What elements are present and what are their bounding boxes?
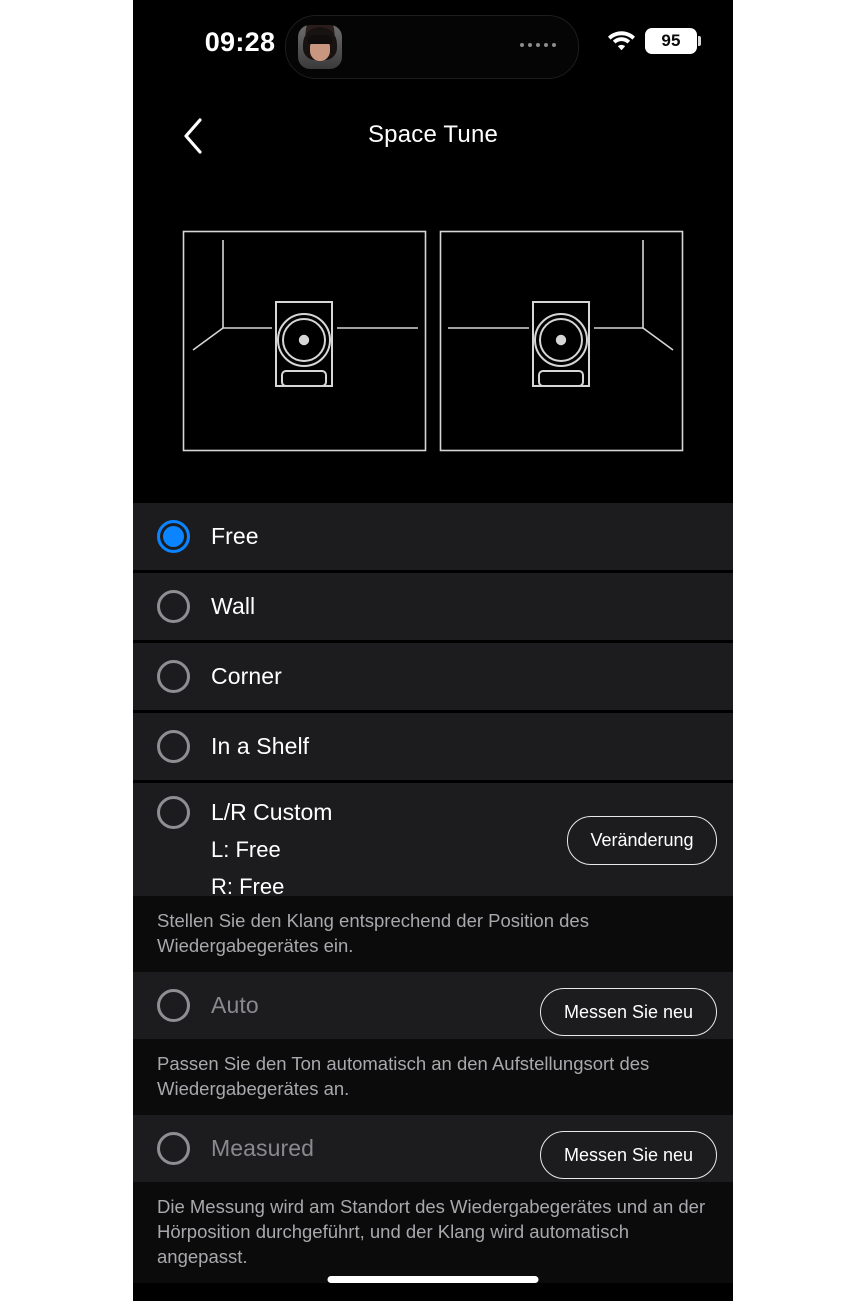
radio-corner[interactable]	[157, 660, 190, 693]
lr-custom-text-block: L/R Custom L: Free R: Free	[211, 796, 332, 903]
status-bar: 09:28 95	[133, 0, 733, 88]
avatar	[298, 25, 342, 69]
page-title: Space Tune	[367, 121, 499, 148]
radio-lr-custom[interactable]	[157, 796, 190, 829]
nav-bar: Space Tune	[133, 100, 733, 170]
wifi-icon	[608, 31, 635, 51]
option-row-auto[interactable]: Auto Messen Sie neu	[133, 972, 733, 1039]
battery-indicator: 95	[645, 28, 701, 54]
option-row-wall[interactable]: Wall	[133, 573, 733, 640]
lr-custom-left-value: L: Free	[211, 837, 281, 862]
waveform-dots-icon	[520, 43, 556, 47]
option-row-lr-custom[interactable]: L/R Custom L: Free R: Free Veränderung	[133, 783, 733, 899]
measured-description: Die Messung wird am Standort des Wiederg…	[133, 1182, 733, 1283]
option-label-auto: Auto	[211, 992, 259, 1018]
radio-free[interactable]	[157, 520, 190, 553]
measured-remeasure-button[interactable]: Messen Sie neu	[540, 1131, 717, 1179]
status-time: 09:28	[204, 27, 276, 57]
auto-remeasure-button[interactable]: Messen Sie neu	[540, 988, 717, 1036]
option-label-wall: Wall	[211, 593, 256, 619]
option-label-corner: Corner	[211, 663, 282, 689]
radio-measured[interactable]	[157, 1132, 190, 1165]
battery-level-text: 95	[661, 31, 681, 50]
space-tune-options-list: Free Wall Corner In a Shelf L/R Custom L…	[133, 503, 733, 1283]
option-row-in-a-shelf[interactable]: In a Shelf	[133, 713, 733, 780]
lr-custom-change-button[interactable]: Veränderung	[567, 816, 717, 865]
room-diagrams	[133, 230, 733, 470]
lr-custom-right-value: R: Free	[211, 874, 285, 899]
option-label-lr-custom: L/R Custom	[211, 799, 333, 825]
room-diagram-left	[182, 230, 427, 452]
screenshot-root: 09:28 95 Space Tune Free Wall Corner In …	[0, 0, 867, 1301]
option-label-measured: Measured	[211, 1135, 315, 1161]
auto-description: Passen Sie den Ton automatisch an den Au…	[133, 1039, 733, 1115]
radio-auto[interactable]	[157, 989, 190, 1022]
option-label-in-a-shelf: In a Shelf	[211, 733, 310, 759]
home-indicator[interactable]	[327, 1276, 539, 1283]
room-diagram-right	[439, 230, 684, 452]
phone-screen: 09:28 95 Space Tune Free Wall Corner In …	[133, 0, 733, 1301]
radio-in-a-shelf[interactable]	[157, 730, 190, 763]
radio-wall[interactable]	[157, 590, 190, 623]
option-label-free: Free	[211, 523, 259, 549]
lr-custom-description: Stellen Sie den Klang entsprechend der P…	[133, 896, 733, 972]
option-row-free[interactable]: Free	[133, 503, 733, 570]
option-row-corner[interactable]: Corner	[133, 643, 733, 710]
option-row-measured[interactable]: Measured Messen Sie neu	[133, 1115, 733, 1182]
battery-nub-icon	[698, 36, 701, 46]
dynamic-island[interactable]	[285, 15, 579, 79]
